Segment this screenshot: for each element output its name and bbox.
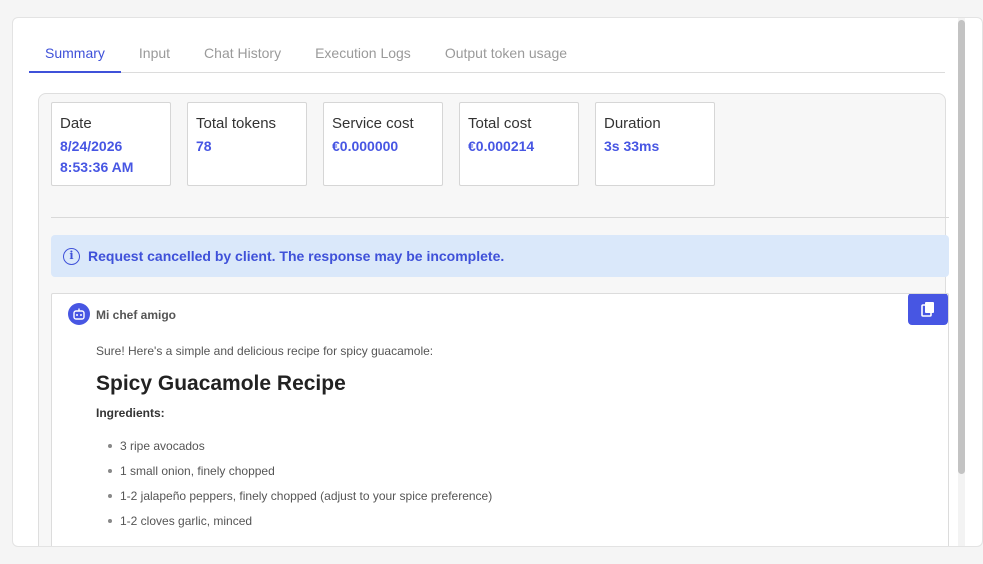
copy-icon xyxy=(921,302,934,317)
stat-value-date: 8/24/2026 8:53:36 AM xyxy=(60,136,162,178)
details-panel: Summary Input Chat History Execution Log… xyxy=(12,17,983,547)
message-body: Sure! Here's a simple and delicious reci… xyxy=(96,343,916,538)
stat-label: Service cost xyxy=(332,115,414,132)
stat-label: Date xyxy=(60,115,92,132)
tab-input[interactable]: Input xyxy=(123,44,186,73)
list-item: 3 ripe avocados xyxy=(108,438,916,463)
message-intro: Sure! Here's a simple and delicious reci… xyxy=(96,344,434,358)
divider xyxy=(51,217,949,218)
ingredients-list: 3 ripe avocados 1 small onion, finely ch… xyxy=(96,438,916,538)
stat-value-total-tokens: 78 xyxy=(196,138,212,154)
tab-chat-history[interactable]: Chat History xyxy=(188,44,297,73)
stat-card-date: Date 8/24/2026 8:53:36 AM xyxy=(51,102,171,186)
robot-icon xyxy=(73,308,85,320)
date-value: 8/24/2026 xyxy=(60,138,123,154)
alert-text: Request cancelled by client. The respons… xyxy=(88,248,505,264)
ingredients-heading: Ingredients: xyxy=(96,406,165,420)
stat-card-total-cost: Total cost €0.000214 xyxy=(459,102,579,186)
tab-execution-logs[interactable]: Execution Logs xyxy=(299,44,427,73)
summary-content: Date 8/24/2026 8:53:36 AM Total tokens 7… xyxy=(38,93,949,546)
stat-value-duration: 3s 33ms xyxy=(604,138,660,154)
stat-value-service-cost: €0.000000 xyxy=(332,138,399,154)
sender-name: Mi chef amigo xyxy=(96,308,177,322)
stat-label: Total cost xyxy=(468,115,532,132)
scrollbar-thumb[interactable] xyxy=(958,20,965,474)
tab-summary[interactable]: Summary xyxy=(29,44,121,73)
cancelled-alert: i Request cancelled by client. The respo… xyxy=(51,235,949,277)
avatar xyxy=(68,303,90,325)
copy-button[interactable] xyxy=(908,294,948,325)
list-item: 1-2 jalapeño peppers, finely chopped (ad… xyxy=(108,488,916,513)
recipe-title: Spicy Guacamole Recipe xyxy=(96,372,346,395)
tab-bar: Summary Input Chat History Execution Log… xyxy=(29,44,945,73)
info-icon: i xyxy=(63,247,80,265)
stat-label: Total tokens xyxy=(196,115,277,132)
stat-card-total-tokens: Total tokens 78 xyxy=(187,102,307,186)
list-item: 1-2 cloves garlic, minced xyxy=(108,513,916,538)
stat-value-total-cost: €0.000214 xyxy=(468,138,535,154)
stat-card-service-cost: Service cost €0.000000 xyxy=(323,102,443,186)
stat-label: Duration xyxy=(604,115,661,132)
stat-card-duration: Duration 3s 33ms xyxy=(595,102,715,186)
assistant-message: Mi chef amigo Sure! Here's a simple and … xyxy=(51,293,949,546)
list-item: 1 small onion, finely chopped xyxy=(108,463,916,488)
tab-output-token-usage[interactable]: Output token usage xyxy=(429,44,583,73)
time-value: 8:53:36 AM xyxy=(60,159,134,175)
